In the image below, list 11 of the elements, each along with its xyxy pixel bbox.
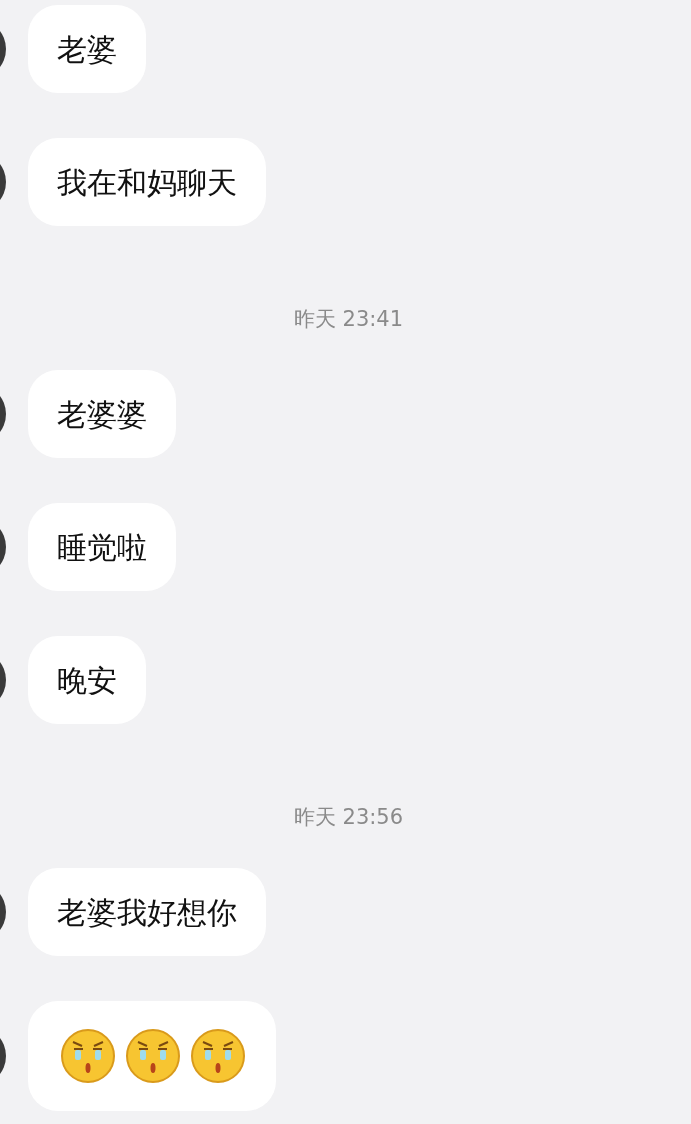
crying-face-icon xyxy=(190,1028,246,1084)
message-bubble: 老婆我好想你 xyxy=(28,868,266,956)
message-bubble: 我在和妈聊天 xyxy=(28,138,266,226)
crying-face-icon xyxy=(125,1028,181,1084)
timestamp: 昨天 23:41 xyxy=(292,307,404,331)
message-bubble: 老婆 xyxy=(28,5,146,93)
timestamp: 昨天 23:56 xyxy=(292,805,404,829)
message-bubble: 晚安 xyxy=(28,636,146,724)
message-bubble: 老婆婆 xyxy=(28,370,176,458)
crying-face-icon xyxy=(60,1028,116,1084)
message-bubble: 睡觉啦 xyxy=(28,503,176,591)
